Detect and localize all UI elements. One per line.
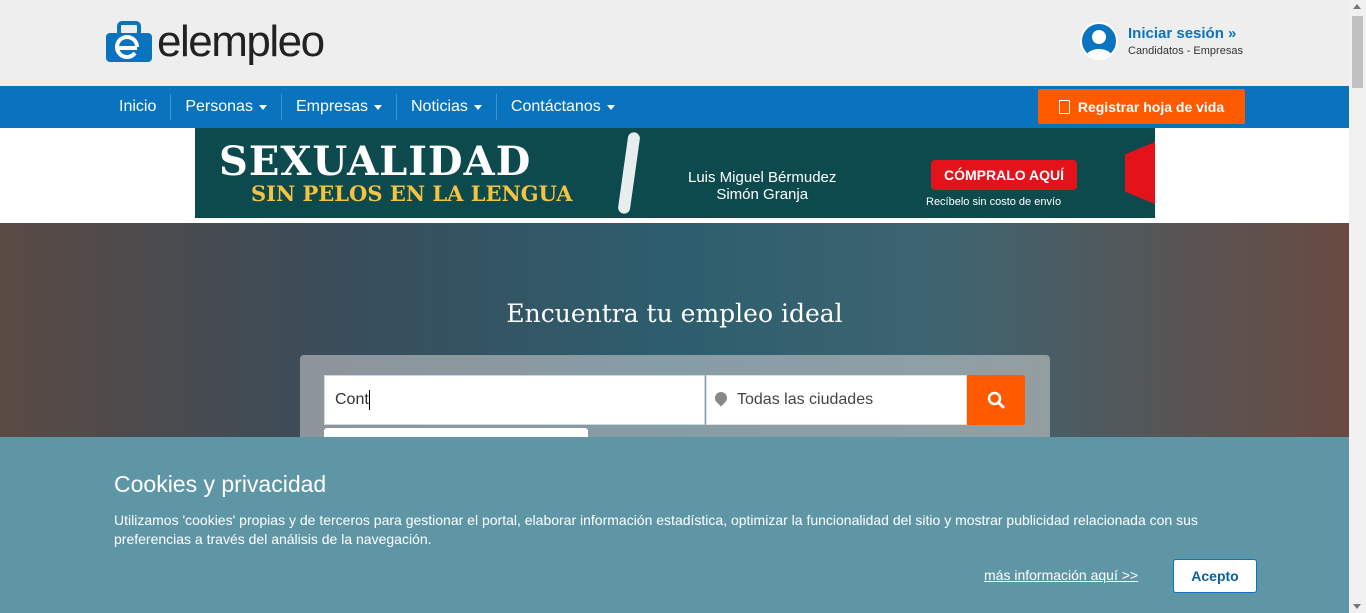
nav-label: Empresas (295, 98, 368, 115)
map-pin-icon (712, 389, 730, 407)
login-subtitle: Candidatos - Empresas (1128, 45, 1243, 57)
top-header: elempleo Iniciar sesión » Candidatos - E… (0, 0, 1349, 86)
scroll-up-arrow-icon[interactable] (1353, 4, 1361, 9)
caret-down-icon (606, 104, 615, 110)
main-nav: Inicio Personas Empresas Noticias Contác… (0, 86, 1349, 128)
caret-down-icon (473, 104, 482, 110)
scroll-down-arrow-icon[interactable] (1353, 604, 1361, 609)
user-avatar-icon (1080, 22, 1118, 60)
job-search-input[interactable]: Cont (324, 375, 705, 425)
text-cursor (368, 390, 370, 410)
caret-down-icon (373, 104, 382, 110)
banner-authors: Luis Miguel Bérmudez Simón Granja (688, 169, 836, 203)
register-cv-label: Registrar hoja de vida (1077, 98, 1225, 115)
register-cv-button[interactable]: Registrar hoja de vida (1038, 89, 1245, 124)
nav-label: Personas (185, 98, 253, 115)
search-panel: Cont Todas las ciudades (300, 355, 1050, 437)
banner-shipping-text: Recíbelo sin costo de envío (926, 196, 1062, 208)
search-button[interactable] (967, 375, 1025, 425)
cookie-more-info-link[interactable]: más información aquí >> (984, 567, 1138, 583)
banner-author-1: Luis Miguel Bérmudez (688, 169, 837, 186)
banner-subtitle: SIN PELOS EN LA LENGUA (251, 181, 573, 206)
site-logo[interactable]: elempleo (105, 17, 325, 67)
nav-label: Contáctanos (510, 98, 601, 115)
cookie-banner: Cookies y privacidad Utilizamos 'cookies… (0, 437, 1349, 613)
login-link[interactable]: Iniciar sesión » Candidatos - Empresas (1080, 22, 1243, 60)
logo-text: elempleo (157, 17, 325, 66)
cookie-title: Cookies y privacidad (114, 471, 327, 497)
scrollbar-thumb[interactable] (1352, 16, 1363, 88)
banner-buy-button[interactable]: CÓMPRALO AQUÍ (931, 160, 1077, 190)
page-scrollbar[interactable] (1349, 0, 1366, 613)
nav-label: Noticias (410, 98, 468, 115)
nav-item-empresas[interactable]: Empresas (282, 94, 397, 120)
publisher-logo-icon (1125, 142, 1155, 204)
cookie-text: Utilizamos 'cookies' propias y de tercer… (114, 512, 1198, 547)
city-select[interactable]: Todas las ciudades (706, 375, 967, 425)
city-select-value: Todas las ciudades (737, 391, 874, 408)
login-title[interactable]: Iniciar sesión » (1128, 25, 1243, 42)
autocomplete-dropdown[interactable] (324, 428, 588, 437)
nav-item-inicio[interactable]: Inicio (105, 94, 172, 120)
hero-section: Encuentra tu empleo ideal Cont Todas las… (0, 223, 1349, 437)
nav-label: Inicio (119, 98, 157, 115)
document-icon (1058, 99, 1070, 114)
search-icon (987, 391, 1005, 409)
banner-title: SEXUALIDAD (219, 138, 532, 185)
accept-cookies-button[interactable]: Acepto (1173, 559, 1257, 593)
nav-item-noticias[interactable]: Noticias (397, 94, 497, 120)
search-input-value: Cont (335, 391, 369, 408)
pregnancy-test-image (617, 131, 641, 215)
nav-item-contactanos[interactable]: Contáctanos (497, 94, 629, 120)
banner-author-2: Simón Granja (716, 186, 809, 203)
nav-item-personas[interactable]: Personas (171, 94, 282, 120)
hero-title: Encuentra tu empleo ideal (506, 299, 843, 328)
ad-banner[interactable]: SEXUALIDAD SIN PELOS EN LA LENGUA Luis M… (195, 128, 1155, 218)
caret-down-icon (258, 104, 267, 110)
briefcase-logo-icon (105, 21, 153, 63)
